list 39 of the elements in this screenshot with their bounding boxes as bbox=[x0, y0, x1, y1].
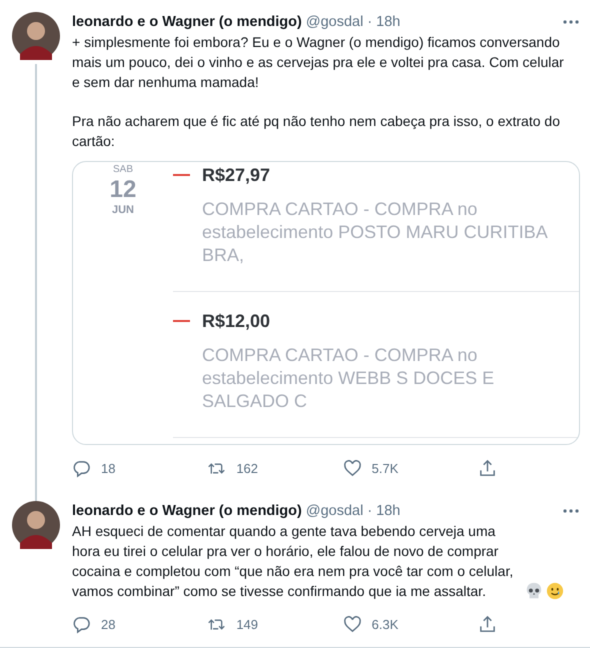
transaction-amount: R$12,00 bbox=[202, 310, 270, 332]
share-icon[interactable] bbox=[478, 614, 497, 634]
transaction-description: COMPRA CARTAO - COMPRA no estabelecimento WEBB S DOCES E SALGADO C bbox=[202, 344, 496, 413]
bank-statement-image[interactable]: SAB 12 JUN R$27,97 COMPRA CARTAO - COMPRA no estabelecimento POSTO MARU CURITIBA BRA, R$12,00 COMPRA CARTAO - COMPRA no estabelecimento WEBB S DOCES E SALGADO C bbox=[72, 161, 580, 445]
weekday: SAB bbox=[112, 164, 133, 176]
minus-icon bbox=[173, 174, 190, 176]
reply-count: 18 bbox=[101, 460, 116, 476]
reply-icon[interactable] bbox=[72, 614, 91, 634]
separator-dot: · bbox=[367, 13, 372, 32]
author-handle[interactable]: @gosdal bbox=[306, 12, 364, 32]
separator-dot: · bbox=[367, 502, 372, 521]
heart-icon[interactable] bbox=[342, 458, 362, 478]
tweet-text: + simplesmente foi embora? Eu e o Wagner (o mendigo) ficamos conversando mais um pouco, dei o vinho e as cervejas pra ele e voltei pra casa. Com celular e sem dar nenhuma mamada! bbox=[72, 33, 564, 92]
like-count: 5.7K bbox=[372, 460, 398, 476]
skull-icon bbox=[525, 582, 543, 600]
tweet-time[interactable]: 18h bbox=[376, 12, 400, 32]
reply-count: 28 bbox=[101, 616, 116, 632]
retweet-count: 149 bbox=[236, 616, 258, 632]
transaction-amount: R$27,97 bbox=[202, 164, 270, 186]
month: JUN bbox=[112, 204, 134, 216]
more-icon[interactable] bbox=[562, 19, 580, 25]
smiling-face-with-tear-icon bbox=[546, 582, 564, 600]
share-icon[interactable] bbox=[478, 458, 497, 478]
more-icon[interactable] bbox=[562, 508, 580, 514]
author-name[interactable]: leonardo e o Wagner (o mendigo) bbox=[72, 12, 302, 32]
author-handle[interactable]: @gosdal bbox=[306, 501, 364, 521]
author-name[interactable]: leonardo e o Wagner (o mendigo) bbox=[72, 501, 302, 521]
tweet-time[interactable]: 18h bbox=[376, 501, 400, 521]
like-count: 6.3K bbox=[372, 616, 398, 632]
tweet-text: AH esqueci de comentar quando a gente tava bebendo cerveja uma hora eu tirei o celular pra ver o horário, ele falou de novo de comprar cocaina e completou com “que não era nem pra você tar com o celular, vamos combinar” como se tivesse confirmando que ia me assaltar. bbox=[72, 522, 514, 601]
tweet-text: Pra não acharem que é fic até pq não tenho nem cabeça pra isso, o extrato do cartão: bbox=[72, 112, 561, 151]
heart-icon[interactable] bbox=[342, 614, 362, 634]
transaction-description: COMPRA CARTAO - COMPRA no estabelecimento POSTO MARU CURITIBA BRA, bbox=[202, 198, 548, 267]
minus-icon bbox=[173, 320, 190, 322]
avatar[interactable] bbox=[12, 501, 60, 549]
day-number: 12 bbox=[110, 176, 136, 204]
retweet-count: 162 bbox=[236, 460, 258, 476]
avatar[interactable] bbox=[12, 12, 60, 60]
reply-icon[interactable] bbox=[72, 458, 91, 478]
